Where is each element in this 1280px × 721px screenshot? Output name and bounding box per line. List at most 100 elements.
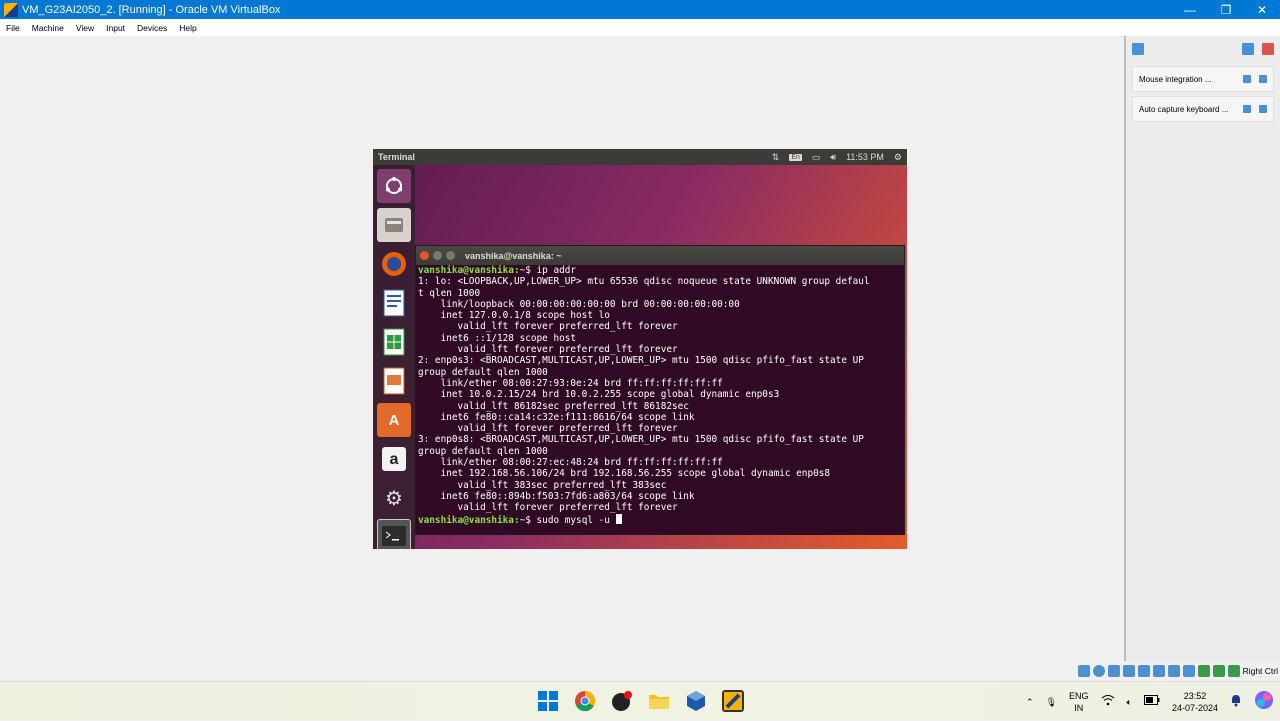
terminal-line: group default qlen 1000 [418, 367, 902, 378]
panel-clear-icon[interactable] [1262, 43, 1274, 55]
panel-settings-icon[interactable] [1242, 43, 1254, 55]
terminal-text: valid_lft forever preferred_lft forever [418, 423, 678, 435]
copilot-icon[interactable] [1254, 690, 1274, 713]
chevron-up-icon[interactable]: ⌃ [1026, 696, 1034, 708]
terminal-text: ~$ ip addr [519, 265, 577, 276]
battery-icon[interactable] [1143, 695, 1160, 708]
files-icon[interactable] [377, 208, 411, 242]
chrome-icon[interactable] [574, 690, 596, 712]
menu-file[interactable]: File [0, 23, 26, 33]
terminal-line: link/loopback 00:00:00:00:00:00 brd 00:0… [418, 299, 902, 310]
cpu-icon[interactable] [1197, 665, 1210, 677]
taskbar-time: 23:52 [1183, 690, 1207, 701]
network-adapter-icon[interactable] [1122, 665, 1135, 677]
firefox-icon[interactable] [377, 247, 411, 281]
terminal-line: inet 192.168.56.106/24 brd 192.168.56.25… [418, 468, 902, 479]
menu-input[interactable]: Input [100, 23, 131, 33]
terminal-text: inet6 fe80::894b:f503:7fd6:a803/64 scope… [418, 490, 695, 502]
shared-folders-icon[interactable] [1152, 665, 1165, 677]
terminal-text: link/ether 08:00:27:93:0e:24 brd ff:ff:f… [418, 377, 723, 389]
terminal-line: valid_lft forever preferred_lft forever [418, 502, 902, 513]
terminal-text: group default qlen 1000 [418, 445, 548, 457]
notification-center-icon[interactable] [1132, 43, 1144, 55]
network-icon[interactable]: ⇅ [772, 152, 780, 163]
windows-start-icon[interactable] [537, 690, 559, 712]
display-icon[interactable] [1167, 665, 1180, 677]
terminal-minimize-button[interactable] [433, 251, 442, 260]
clock[interactable]: 11:53 PM [846, 152, 884, 162]
toggle-icon[interactable] [1243, 75, 1251, 83]
dismiss-icon[interactable] [1259, 105, 1267, 113]
active-app-title: Terminal [378, 152, 415, 162]
media-app-icon[interactable] [611, 690, 633, 712]
terminal-maximize-button[interactable] [446, 251, 455, 260]
mouse-integration-icon[interactable] [1212, 665, 1225, 677]
terminal-text: inet 192.168.56.106/24 brd 192.168.56.25… [418, 468, 831, 480]
microphone-icon[interactable]: 🎙︎ [1046, 696, 1057, 708]
menu-view[interactable]: View [70, 23, 100, 33]
windows-taskbar: ⌃ 🎙︎ ENG IN 🔈︎ 23:52 24-07-2024 [0, 681, 1280, 720]
hard-disk-icon[interactable] [1077, 665, 1090, 677]
video-capture-icon[interactable] [1182, 665, 1195, 677]
audio-icon[interactable] [1107, 665, 1120, 677]
file-explorer-icon[interactable] [648, 690, 670, 712]
usb-icon[interactable] [1137, 665, 1150, 677]
terminal-line: t qlen 1000 [418, 288, 902, 299]
terminal-line: link/ether 08:00:27:93:0e:24 brd ff:ff:f… [418, 378, 902, 389]
dismiss-icon[interactable] [1259, 75, 1267, 83]
language-code: ENG [1069, 690, 1089, 701]
close-button[interactable]: ✕ [1244, 0, 1280, 19]
restore-button[interactable]: ❐ [1208, 0, 1244, 19]
software-center-icon[interactable]: A [377, 403, 411, 437]
menu-machine[interactable]: Machine [26, 23, 70, 33]
amazon-icon[interactable]: a [377, 442, 411, 476]
minimize-button[interactable]: — [1172, 0, 1208, 19]
terminal-text: inet 10.0.2.15/24 brd 10.0.2.255 scope g… [418, 389, 780, 401]
terminal-output[interactable]: vanshika@vanshika:~$ ip addr 1: lo: <LOOP… [416, 265, 904, 526]
volume-icon[interactable]: 🔊︎ [830, 152, 836, 163]
terminal-window[interactable]: vanshika@vanshika: ~ vanshika@vanshika:~… [415, 245, 905, 535]
terminal-icon[interactable] [377, 519, 411, 549]
settings-gear-icon[interactable]: ⚙ [894, 152, 902, 163]
keyboard-language-indicator[interactable]: En [789, 153, 802, 161]
terminal-line: 2: enp0s3: <BROADCAST,MULTICAST,UP,LOWER… [418, 355, 902, 366]
menu-devices[interactable]: Devices [131, 23, 173, 33]
terminal-line: valid_lft forever preferred_lft forever [418, 423, 902, 434]
menu-help[interactable]: Help [173, 23, 202, 33]
toggle-icon[interactable] [1243, 105, 1251, 113]
libreoffice-impress-icon[interactable] [377, 364, 411, 398]
system-settings-icon[interactable]: ⚙ [377, 481, 411, 515]
battery-icon[interactable]: ▭ [812, 152, 821, 163]
window-title: VM_G23AI2050_2. [Running] - Oracle VM Vi… [22, 3, 281, 16]
libreoffice-calc-icon[interactable] [377, 325, 411, 359]
terminal-line: inet6 ::1/128 scope host [418, 333, 902, 344]
notification-bell-icon[interactable] [1230, 694, 1242, 710]
ubuntu-dash-icon[interactable] [377, 169, 411, 203]
host-key-label: Right Ctrl [1242, 666, 1278, 676]
window-title-bar: VM_G23AI2050_2. [Running] - Oracle VM Vi… [0, 0, 1280, 19]
terminal-line: valid_lft forever preferred_lft forever [418, 321, 902, 332]
clock-date[interactable]: 23:52 24-07-2024 [1172, 690, 1218, 714]
terminal-text: inet6 ::1/128 scope host [418, 332, 577, 344]
notification-mouse-integration[interactable]: Mouse integration ... [1132, 66, 1274, 92]
optical-drive-icon[interactable] [1092, 665, 1105, 677]
host-key-icon[interactable] [1227, 665, 1240, 677]
guest-screen[interactable]: Terminal ⇅ En ▭ 🔊︎ 11:53 PM ⚙ A a ⚙ vans… [373, 149, 907, 549]
language-indicator[interactable]: ENG IN [1069, 690, 1089, 714]
vm-status-bar: Right Ctrl [0, 661, 1280, 681]
terminal-line: link/ether 08:00:27:ec:48:24 brd ff:ff:f… [418, 457, 902, 468]
terminal-close-button[interactable] [420, 251, 429, 260]
speaker-icon[interactable]: 🔈︎ [1127, 696, 1132, 708]
side-panel-header [1126, 36, 1280, 62]
terminal-text: group default qlen 1000 [418, 366, 548, 378]
wifi-icon[interactable] [1101, 694, 1115, 709]
terminal-text: valid_lft forever preferred_lft forever [418, 321, 678, 333]
terminal-text: inet6 fe80::ca14:c32e:f111:8616/64 scope… [418, 411, 695, 423]
terminal-line: valid_lft 86182sec preferred_lft 86182se… [418, 401, 902, 412]
vm-window-taskbar-icon[interactable] [722, 690, 744, 712]
virtualbox-taskbar-icon[interactable] [685, 690, 707, 712]
notification-label: Auto capture keyboard ... [1139, 104, 1229, 114]
notification-auto-capture-keyboard[interactable]: Auto capture keyboard ... [1132, 96, 1274, 122]
terminal-line: vanshika@vanshika:~$ sudo mysql -u [418, 513, 902, 526]
libreoffice-writer-icon[interactable] [377, 286, 411, 320]
